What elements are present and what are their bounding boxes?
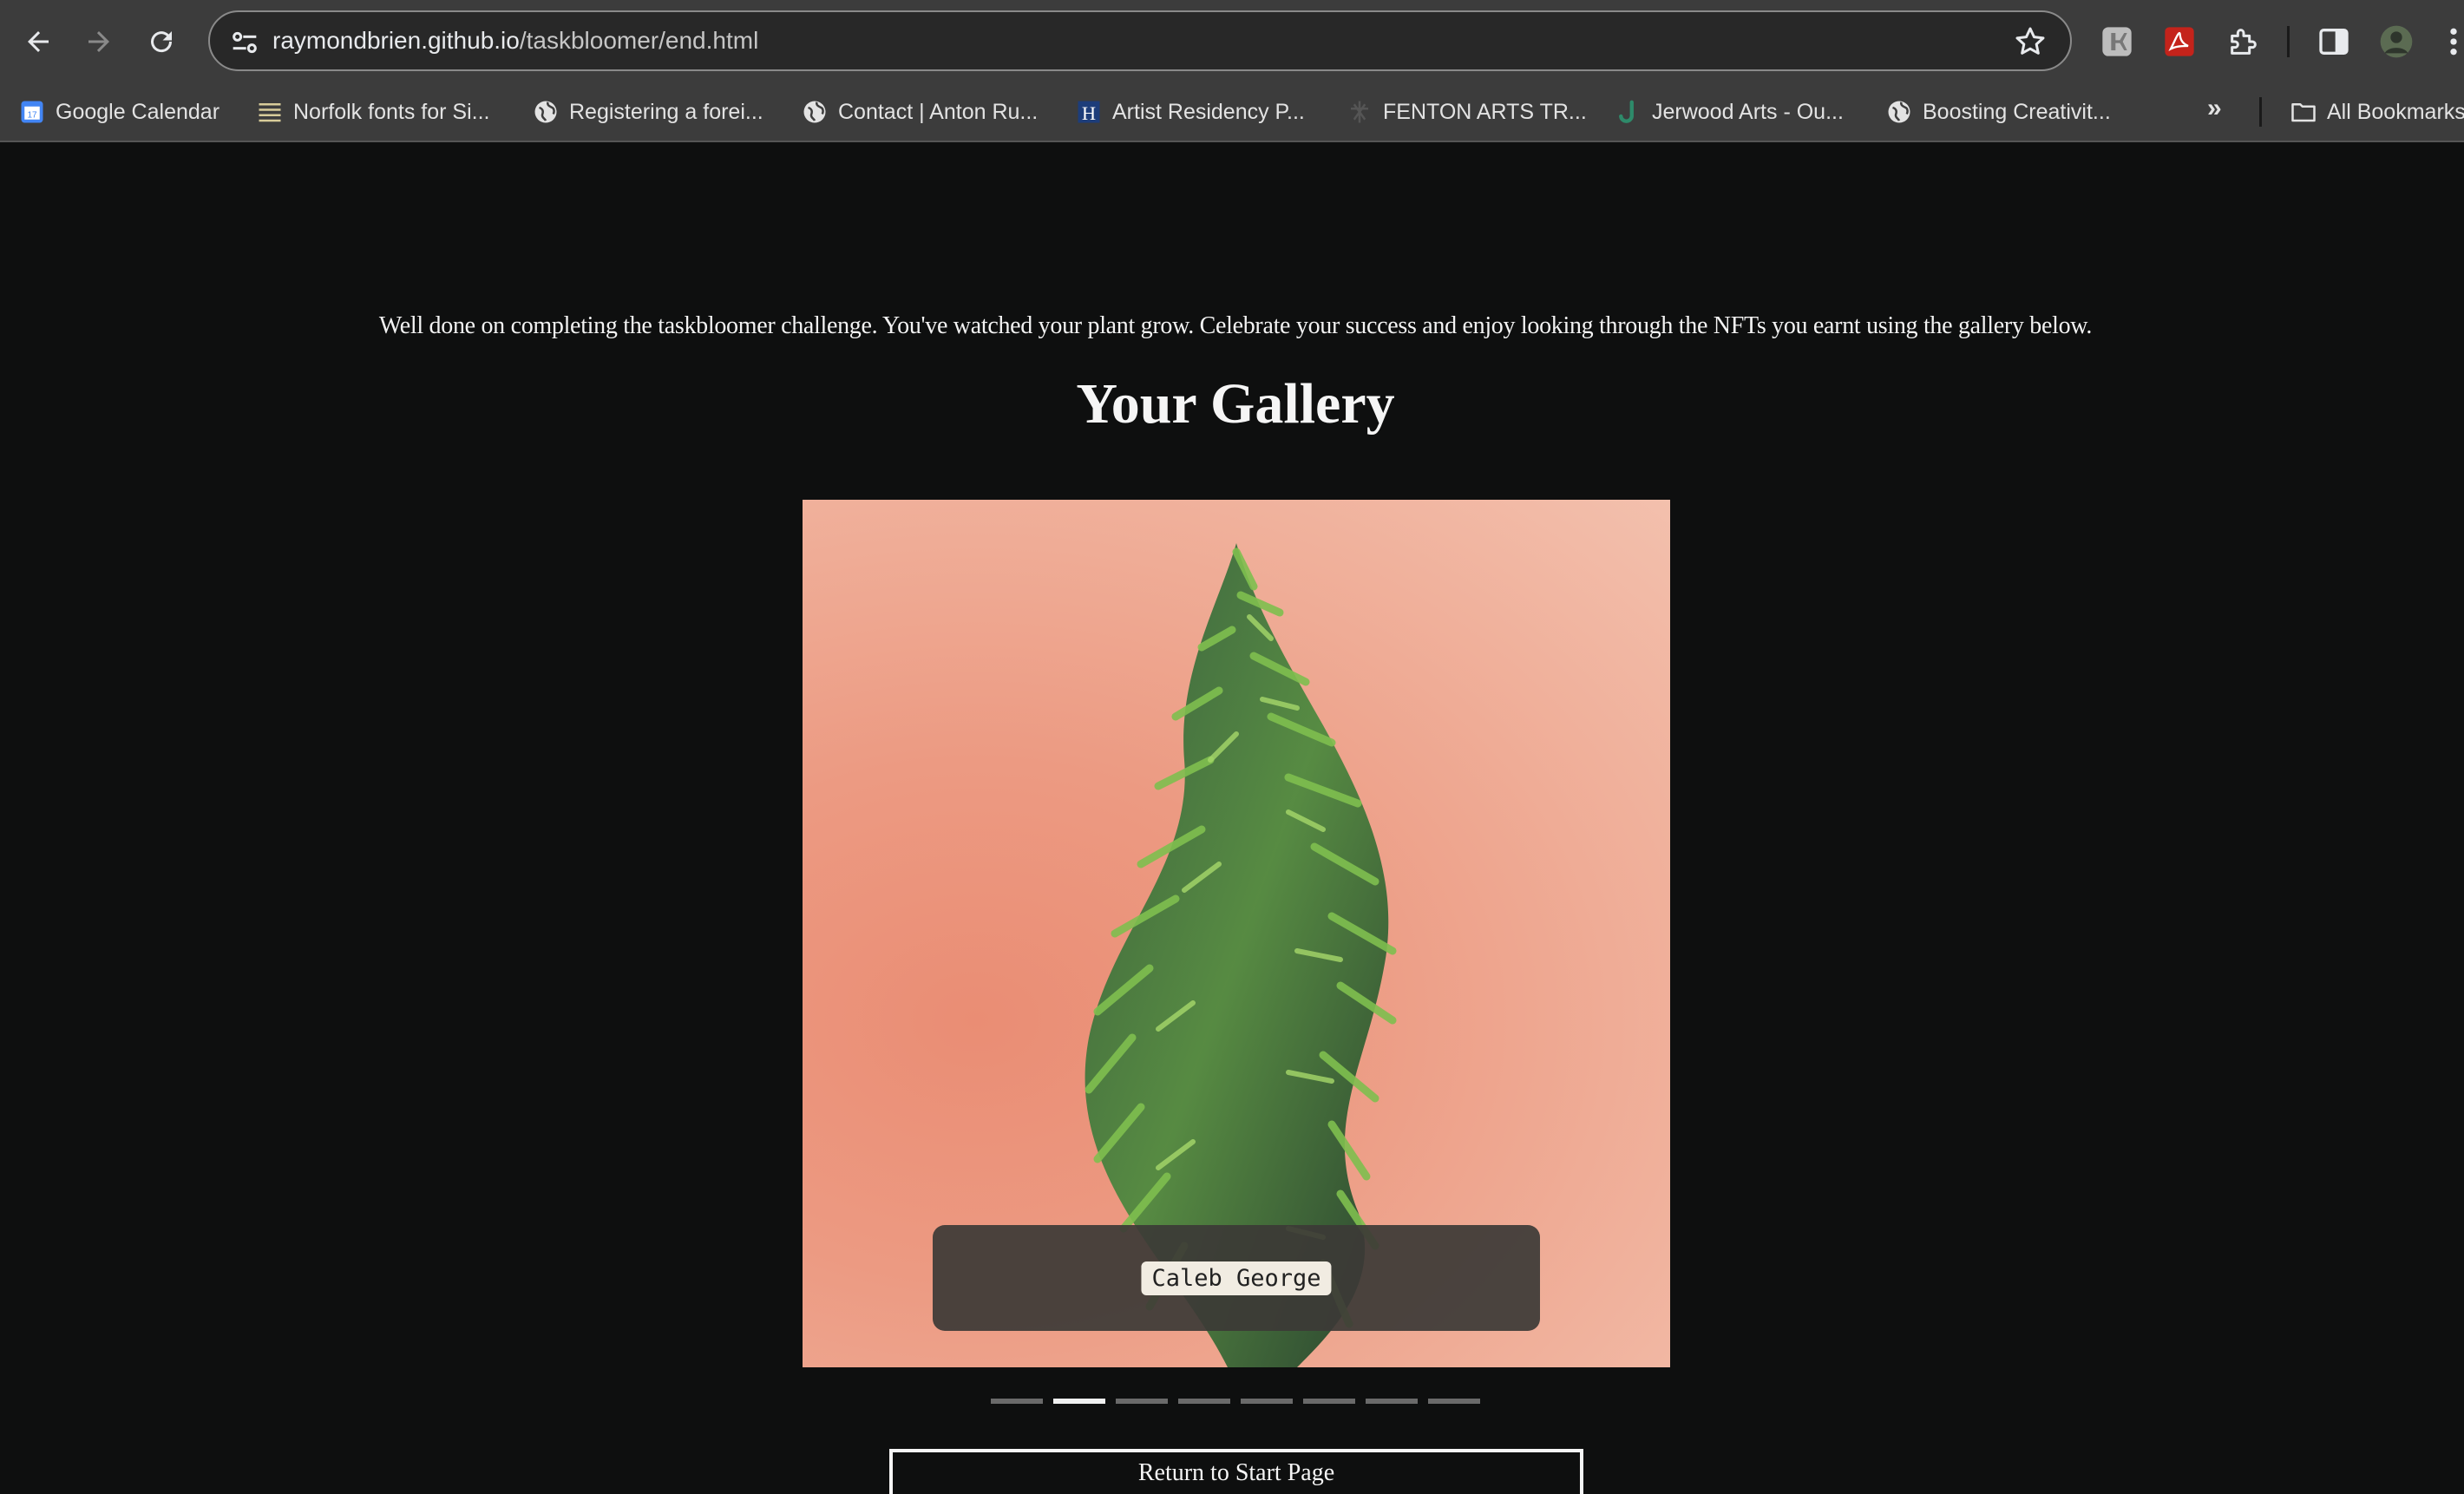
address-bar[interactable]: raymondbrien.github.io/taskbloomer/end.h… [208,10,2072,71]
globe-icon [1886,99,1912,125]
globe-icon [802,99,828,125]
bookmark-google-calendar[interactable]: 17 Google Calendar [19,92,220,132]
carousel-indicator-4[interactable] [1178,1399,1230,1404]
bookmark-boosting-creativity[interactable]: Boosting Creativit... [1886,92,2111,132]
bookmark-label: All Bookmarks [2327,99,2464,124]
bookmark-label: Contact | Anton Ru... [838,99,1039,124]
side-panel-icon[interactable] [2317,24,2351,59]
bookmark-label: FENTON ARTS TR... [1383,99,1587,124]
globe-icon [533,99,559,125]
bookmarks-overflow-icon[interactable]: » [2207,94,2222,123]
reload-button[interactable] [135,16,187,68]
url-host: raymondbrien.github.io [272,27,520,54]
bookmark-contact-anton[interactable]: Contact | Anton Ru... [802,92,1038,132]
lines-icon [257,99,283,125]
bookmark-label: Artist Residency P... [1112,99,1305,124]
browser-toolbar: raymondbrien.github.io/taskbloomer/end.h… [0,0,2464,83]
bookmark-norfolk-fonts[interactable]: Norfolk fonts for Si... [257,92,489,132]
bookmark-label: Jerwood Arts - Ou... [1652,99,1844,124]
puzzle-icon[interactable] [2226,24,2261,59]
carousel-indicator-1[interactable] [991,1399,1043,1404]
arrow-right-icon [88,31,109,52]
carousel-indicator-8[interactable] [1428,1399,1480,1404]
kebab-menu-icon[interactable] [2443,24,2464,59]
tune-icon[interactable] [227,25,262,60]
forward-button[interactable] [73,16,125,68]
arrow-left-icon [28,31,49,52]
bookmark-artist-residency[interactable]: H Artist Residency P... [1076,92,1305,132]
star-icon[interactable] [2013,24,2048,59]
back-button[interactable] [12,16,64,68]
all-bookmarks-button[interactable]: All Bookmarks [2290,92,2464,132]
carousel-indicator-6[interactable] [1303,1399,1355,1404]
carousel-indicator-3[interactable] [1116,1399,1168,1404]
gallery-title: Your Gallery [1076,372,1395,436]
bookmark-label: Registering a forei... [569,99,763,124]
j-icon [1615,99,1642,125]
bookmark-label: Boosting Creativit... [1923,99,2111,124]
gallery-slide[interactable]: Caleb George [803,500,1670,1367]
extension-icon[interactable] [2100,24,2134,59]
h-icon: H [1076,99,1102,125]
slide-caption: Caleb George [1141,1261,1332,1295]
calendar-icon: 17 [19,99,45,125]
bookmark-jerwood-arts[interactable]: Jerwood Arts - Ou... [1615,92,1844,132]
bookmarks-divider [2259,97,2262,127]
carousel-indicators [991,1399,1480,1404]
toolbar-divider [2287,26,2290,57]
bookmark-label: Google Calendar [56,99,220,124]
intro-text: Well done on completing the taskbloomer … [378,312,2093,339]
pdf-extension-icon[interactable] [2162,24,2197,59]
avatar[interactable] [2379,24,2414,59]
bookmark-fenton-arts[interactable]: FENTON ARTS TR... [1347,92,1587,132]
bookmark-label: Norfolk fonts for Si... [293,99,490,124]
svg-text:H: H [1082,102,1096,124]
return-to-start-button[interactable]: Return to Start Page [889,1449,1583,1494]
carousel-indicator-5[interactable] [1241,1399,1293,1404]
reload-icon [151,31,173,53]
folder-icon [2290,99,2317,125]
fenton-icon [1347,99,1373,125]
bookmark-registering[interactable]: Registering a forei... [533,92,763,132]
carousel-indicator-2[interactable] [1053,1399,1105,1404]
url-text[interactable]: raymondbrien.github.io/taskbloomer/end.h… [272,12,758,69]
bookmarks-bar: 17 Google Calendar Norfolk fonts for Si.… [0,83,2464,142]
url-path: /taskbloomer/end.html [519,27,759,54]
caption-overlay: Caleb George [933,1225,1540,1331]
svg-text:17: 17 [27,110,37,120]
carousel-indicator-7[interactable] [1366,1399,1418,1404]
